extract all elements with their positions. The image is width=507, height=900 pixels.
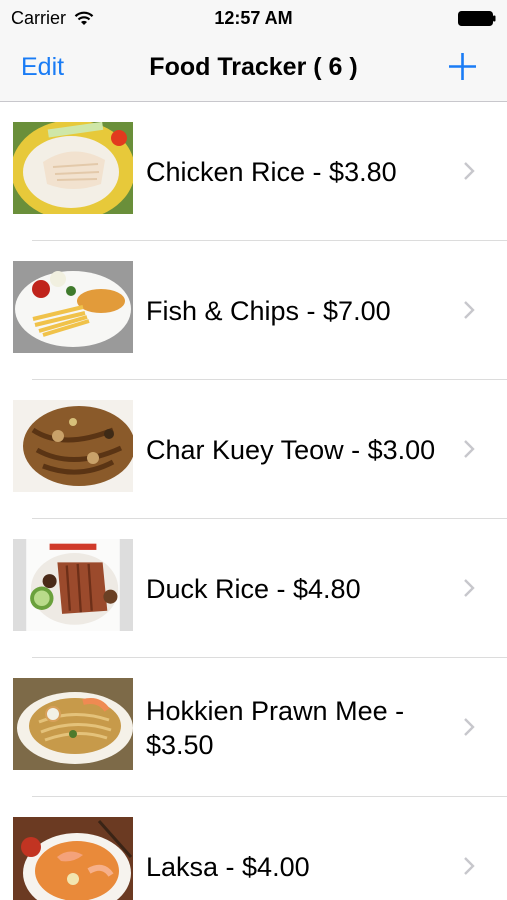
list-item[interactable]: Fish & Chips - $7.00 <box>0 241 507 380</box>
navigation-bar: Edit Food Tracker ( 6 ) <box>0 36 507 102</box>
list-item[interactable]: Char Kuey Teow - $3.00 <box>0 380 507 519</box>
chicken-rice-photo-icon <box>13 122 133 214</box>
hokkien-prawn-mee-photo-icon <box>13 678 133 770</box>
item-label: Char Kuey Teow - $3.00 <box>146 434 436 465</box>
item-label: Duck Rice - $4.80 <box>146 573 361 604</box>
list-item[interactable]: Laksa - $4.00 <box>0 797 507 900</box>
duck-rice-photo-icon <box>13 539 133 631</box>
food-list: Chicken Rice - $3.80 Fish & Chips - $7.0… <box>0 102 507 900</box>
chevron-right-icon <box>464 718 475 736</box>
item-label: Hokkien Prawn Mee - $3.50 <box>146 695 405 760</box>
list-item[interactable]: Duck Rice - $4.80 <box>0 519 507 658</box>
fish-and-chips-photo-icon <box>13 261 133 353</box>
status-time: 12:57 AM <box>214 8 293 28</box>
item-label: Fish & Chips - $7.00 <box>146 295 391 326</box>
list-item[interactable]: Chicken Rice - $3.80 <box>0 102 507 241</box>
add-icon[interactable] <box>447 51 478 82</box>
item-label: Chicken Rice - $3.80 <box>146 156 397 187</box>
battery-icon <box>458 11 496 26</box>
chevron-right-icon <box>464 440 475 458</box>
chevron-right-icon <box>464 857 475 875</box>
list-item[interactable]: Hokkien Prawn Mee - $3.50 <box>0 658 507 797</box>
page-title: Food Tracker ( 6 ) <box>149 53 358 81</box>
char-kuey-teow-photo-icon <box>13 400 133 492</box>
item-label: Laksa - $4.00 <box>146 851 310 882</box>
chevron-right-icon <box>464 162 475 180</box>
chevron-right-icon <box>464 579 475 597</box>
status-bar: Carrier 12:57 AM <box>0 0 507 36</box>
chevron-right-icon <box>464 301 475 319</box>
laksa-photo-icon <box>13 817 133 900</box>
